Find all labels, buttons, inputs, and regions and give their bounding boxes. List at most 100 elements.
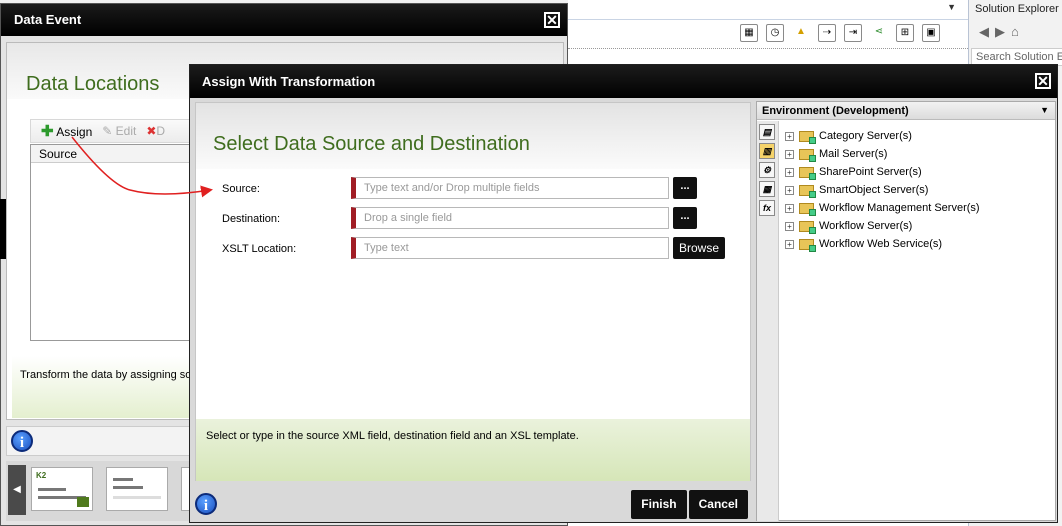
info-icon[interactable]: i xyxy=(11,430,33,452)
wizard-thumbnails: ◀ K2 xyxy=(6,461,191,521)
source-browse-button[interactable]: ... xyxy=(673,177,697,199)
environment-tree-label: Workflow Server(s) xyxy=(819,220,913,232)
folder-icon xyxy=(799,202,816,216)
context-browser-icon[interactable]: ▤ xyxy=(759,124,775,140)
footer-buttons: Finish Cancel xyxy=(631,490,748,519)
environment-tree-label: SharePoint Server(s) xyxy=(819,166,922,178)
grid-column-source[interactable]: Source xyxy=(31,145,199,163)
source-input[interactable]: Type text and/or Drop multiple fields xyxy=(351,177,669,199)
clock-icon[interactable]: ◷ xyxy=(766,24,784,42)
assign-note: Select or type in the source XML field, … xyxy=(196,419,750,481)
thumbnail-page[interactable] xyxy=(106,467,168,511)
folder-icon xyxy=(799,238,816,252)
close-icon[interactable]: ✕ xyxy=(1035,73,1051,89)
environment-tree-item[interactable]: + SmartObject Server(s) xyxy=(781,181,1055,199)
environment-tree-item[interactable]: + Category Server(s) xyxy=(781,127,1055,145)
expand-icon[interactable]: + xyxy=(785,203,794,213)
destination-input[interactable]: Drop a single field xyxy=(351,207,669,229)
environment-tree-item[interactable]: + SharePoint Server(s) xyxy=(781,163,1055,181)
environment-tree-item[interactable]: + Workflow Web Service(s) xyxy=(781,235,1055,253)
expand-icon[interactable]: + xyxy=(785,167,794,177)
warning-icon[interactable]: ▲ xyxy=(792,24,810,42)
assign-button[interactable]: ✚ Assign xyxy=(41,122,92,140)
assign-dialog-title: Assign With Transformation xyxy=(202,74,376,89)
close-icon[interactable]: ✕ xyxy=(544,12,560,28)
assign-label: Assign xyxy=(56,125,93,139)
expand-icon[interactable]: + xyxy=(785,221,794,231)
package-icon[interactable]: ▣ xyxy=(922,24,940,42)
forward-icon[interactable]: ▶ xyxy=(995,24,1005,40)
environment-tree-label: Category Server(s) xyxy=(819,130,912,142)
chevron-down-icon[interactable]: ▼ xyxy=(947,2,956,12)
destination-browse-button[interactable]: ... xyxy=(673,207,697,229)
ide-tab-strip: ▼ xyxy=(568,0,968,20)
environment-tree-item[interactable]: + Workflow Server(s) xyxy=(781,217,1055,235)
export-icon[interactable]: ⇥ xyxy=(844,24,862,42)
folder-icon xyxy=(799,148,816,162)
data-event-note: Transform the data by assigning source a… xyxy=(12,356,192,418)
edit-label: Edit xyxy=(115,124,137,138)
xslt-label: XSLT Location: xyxy=(222,243,297,255)
thumbnail-page[interactable]: K2 xyxy=(31,467,93,511)
structure-icon[interactable]: ⊞ xyxy=(896,24,914,42)
deploy-icon[interactable]: ⇢ xyxy=(818,24,836,42)
data-event-title: Data Event xyxy=(14,12,82,27)
home-icon[interactable]: ⌂ xyxy=(1011,24,1019,40)
k2-logo: K2 xyxy=(36,471,47,480)
delete-label: D xyxy=(156,124,166,138)
back-icon[interactable]: ◀ xyxy=(979,24,989,40)
expand-icon[interactable]: + xyxy=(785,239,794,249)
share-icon[interactable]: ⋖ xyxy=(870,24,888,42)
environment-tree-label: Mail Server(s) xyxy=(819,148,888,160)
edit-button[interactable]: ✎ Edit xyxy=(102,124,136,138)
delete-button[interactable]: ✖D xyxy=(146,124,165,138)
delete-icon: ✖ xyxy=(146,124,157,138)
folder-icon xyxy=(799,184,816,198)
plus-icon: ✚ xyxy=(41,123,54,140)
data-locations-grid: Source xyxy=(30,144,200,341)
data-locations-title: Data Locations xyxy=(26,73,160,95)
finish-button[interactable]: Finish xyxy=(631,490,687,519)
function-icon[interactable]: fx xyxy=(759,200,775,216)
smartobject-icon[interactable]: ▦ xyxy=(759,181,775,197)
data-event-titlebar: Data Event ✕ xyxy=(1,4,567,36)
assign-dialog-titlebar: Assign With Transformation ✕ xyxy=(190,65,1057,98)
environment-tree-item[interactable]: + Mail Server(s) xyxy=(781,145,1055,163)
cancel-button[interactable]: Cancel xyxy=(688,490,748,519)
info-icon[interactable]: i xyxy=(195,493,217,515)
destination-label: Destination: xyxy=(222,213,281,225)
expand-icon[interactable]: + xyxy=(785,131,794,141)
environment-title: Environment (Development) xyxy=(762,105,909,117)
select-source-title: Select Data Source and Destination xyxy=(213,133,530,155)
data-event-infobar: i xyxy=(6,426,191,456)
variables-icon[interactable]: ▥ xyxy=(759,143,775,159)
ide-toolbar-icons: ▦ ◷ ▲ ⇢ ⇥ ⋖ ⊞ ▣ xyxy=(740,24,940,42)
assign-transformation-dialog: Assign With Transformation ✕ Select Data… xyxy=(189,64,1058,523)
environment-panel: Environment (Development) ▼ ▤ ▥ ⚙ ▦ fx +… xyxy=(756,101,1056,521)
designer-icon[interactable]: ▦ xyxy=(740,24,758,42)
scroll-left-button[interactable]: ◀ xyxy=(8,465,26,515)
source-label: Source: xyxy=(222,183,260,195)
folder-icon xyxy=(799,166,816,180)
chevron-down-icon[interactable]: ▼ xyxy=(1040,105,1049,115)
environment-tree-item[interactable]: + Workflow Management Server(s) xyxy=(781,199,1055,217)
solution-explorer-title: Solution Explorer xyxy=(975,3,1059,15)
designer-ruler xyxy=(568,48,968,56)
folder-icon xyxy=(799,220,816,234)
expand-icon[interactable]: + xyxy=(785,185,794,195)
assign-main-panel: Select Data Source and Destination Sourc… xyxy=(195,102,751,481)
environment-tree-label: Workflow Management Server(s) xyxy=(819,202,980,214)
environment-tree-label: Workflow Web Service(s) xyxy=(819,238,943,250)
data-locations-toolbar: ✚ Assign ✎ Edit ✖D xyxy=(30,119,200,143)
environment-tree-label: SmartObject Server(s) xyxy=(819,184,929,196)
solution-explorer-nav: ◀ ▶ ⌂ xyxy=(979,24,1019,40)
environment-header[interactable]: Environment (Development) ▼ xyxy=(757,102,1055,120)
environment-tree: + Category Server(s) + Mail Server(s) + Share… xyxy=(781,127,1055,253)
browse-button[interactable]: Browse xyxy=(673,237,725,259)
expand-icon[interactable]: + xyxy=(785,149,794,159)
xslt-input[interactable]: Type text xyxy=(351,237,669,259)
assign-footer: i Finish Cancel xyxy=(190,488,750,522)
folder-icon xyxy=(799,130,816,144)
environment-side-toolbar: ▤ ▥ ⚙ ▦ fx xyxy=(757,121,779,521)
process-icon[interactable]: ⚙ xyxy=(759,162,775,178)
